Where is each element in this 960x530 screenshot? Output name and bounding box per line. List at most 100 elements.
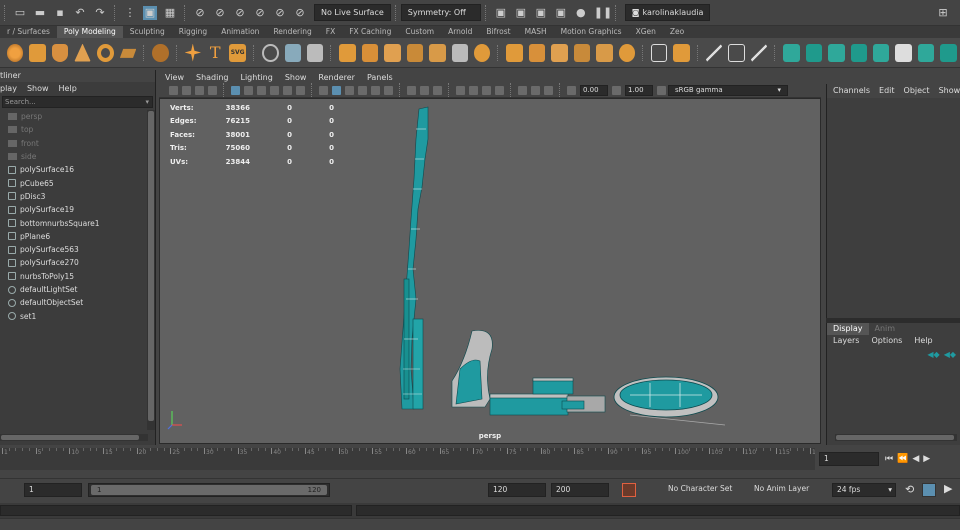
channel-box-menu-channels[interactable]: Channels <box>833 84 870 98</box>
pause-icon[interactable]: ❚❚ <box>594 6 612 20</box>
current-frame-field[interactable]: 1 <box>819 452 879 466</box>
safe-action-icon[interactable] <box>296 86 305 95</box>
resolution-gate-icon[interactable] <box>257 86 266 95</box>
viewport-persp[interactable]: Verts: 38366 0 0 Edges: 76215 0 0 Faces: 38001 0 0 T… <box>159 98 821 444</box>
viewport-menu-show[interactable]: Show <box>285 71 307 84</box>
anim-layer-dropdown[interactable]: No Anim Layer <box>750 483 828 497</box>
snap-point-icon[interactable]: ⊘ <box>233 6 247 20</box>
texture-placement-icon[interactable] <box>544 86 553 95</box>
wireframe-icon[interactable] <box>319 86 328 95</box>
select-object-icon[interactable]: ▣ <box>143 5 157 20</box>
exposure-field[interactable]: 0.00 <box>580 85 608 96</box>
undo-icon[interactable]: ↶ <box>73 6 87 20</box>
outliner-item[interactable]: defaultLightSet <box>0 283 155 296</box>
viewport-menu-renderer[interactable]: Renderer <box>318 71 355 84</box>
bookmarks-icon[interactable] <box>195 86 204 95</box>
poly-cylinder-icon[interactable] <box>51 43 69 62</box>
smooth-shade-icon[interactable] <box>332 86 341 95</box>
chevron-down-icon[interactable]: ▾ <box>145 97 149 107</box>
poly-torus-icon[interactable] <box>96 43 114 62</box>
range-slider-thumb[interactable]: 1 120 <box>91 485 327 495</box>
fps-dropdown[interactable]: 24 fps ▾ <box>832 483 896 497</box>
outliner-item[interactable]: polySurface16 <box>0 163 155 176</box>
unfold-icon[interactable] <box>895 43 912 62</box>
symmetry-dropdown[interactable]: Symmetry: Off <box>400 4 481 21</box>
playback-end-field[interactable]: 200 <box>551 483 609 497</box>
shelf-tab-fx[interactable]: FX <box>319 26 342 38</box>
outliner-item[interactable]: side <box>0 150 155 163</box>
layer-menu-options[interactable]: Options <box>871 335 902 347</box>
backface-culling-icon[interactable] <box>433 86 442 95</box>
outliner-item[interactable]: polySurface270 <box>0 256 155 269</box>
shelf-tab-zeo[interactable]: Zeo <box>663 26 691 38</box>
layer-tab-anim[interactable]: Anim <box>869 323 902 335</box>
end-time-field[interactable]: 120 <box>488 483 546 497</box>
layer-tab-display[interactable]: Display <box>827 323 869 335</box>
camera-select-icon[interactable] <box>169 86 178 95</box>
workspace-icon[interactable]: ⊞ <box>936 6 950 20</box>
shadows-icon[interactable] <box>384 86 393 95</box>
snap-view-icon[interactable]: ⊘ <box>253 6 267 20</box>
shelf-tab-bifrost[interactable]: Bifrost <box>479 26 517 38</box>
render-settings-icon[interactable]: ▣ <box>554 6 568 20</box>
ipr-render-icon[interactable]: ▣ <box>534 6 548 20</box>
outliner-item[interactable]: polySurface19 <box>0 203 155 216</box>
bevel-icon[interactable] <box>307 43 324 62</box>
poly-cube-icon[interactable] <box>29 43 46 62</box>
shelf-tab-poly-modeling[interactable]: Poly Modeling <box>56 26 123 38</box>
multi-cut-icon[interactable] <box>406 43 424 62</box>
go-to-start-icon[interactable]: ⏮ <box>885 454 893 464</box>
step-back-key-icon[interactable]: ⏪ <box>897 454 908 464</box>
viewport-menu-view[interactable]: View <box>165 71 184 84</box>
insert-loop-icon[interactable] <box>673 43 690 62</box>
merge-icon[interactable] <box>429 43 446 62</box>
gamma-field[interactable]: 1.00 <box>625 85 653 96</box>
multisample-icon[interactable] <box>482 86 491 95</box>
outliner-hscrollbar[interactable] <box>0 434 148 441</box>
outliner-menu-show[interactable]: Show <box>27 84 49 93</box>
outliner-item[interactable]: defaultObjectSet <box>0 296 155 309</box>
boolean-icon[interactable] <box>506 43 523 62</box>
combine-icon[interactable] <box>261 43 279 62</box>
quadrangulate-icon[interactable] <box>573 43 591 62</box>
reduce-icon[interactable] <box>528 43 546 62</box>
shelf-tab-motion-graphics[interactable]: Motion Graphics <box>554 26 629 38</box>
select-hierarchy-icon[interactable]: ⋮ <box>123 6 137 20</box>
scroll-thumb[interactable] <box>148 111 154 421</box>
planar-map-icon[interactable] <box>805 43 823 62</box>
new-layer-selected-icon[interactable]: ◀◆ <box>944 350 956 359</box>
color-space-dropdown[interactable]: sRGB gamma ▾ <box>668 85 788 96</box>
poly-cone-icon[interactable] <box>74 43 91 62</box>
spherical-map-icon[interactable] <box>850 43 867 62</box>
auto-key-icon[interactable] <box>622 483 636 497</box>
layout-uv-icon[interactable] <box>917 43 935 62</box>
shelf-tab-custom[interactable]: Custom <box>398 26 441 38</box>
shelf-tab-xgen[interactable]: XGen <box>629 26 663 38</box>
text-tool-icon[interactable]: T <box>207 43 223 62</box>
viewport-menu-panels[interactable]: Panels <box>367 71 393 84</box>
outliner-item[interactable]: top <box>0 123 155 136</box>
default-material-icon[interactable] <box>345 86 354 95</box>
hypershade-icon[interactable]: ● <box>574 6 588 20</box>
motion-blur-icon[interactable] <box>469 86 478 95</box>
new-layer-icon[interactable]: ◀◆ <box>927 350 939 359</box>
shelf-tab-r-surfaces[interactable]: r / Surfaces <box>0 26 57 38</box>
delete-edge-icon[interactable] <box>650 43 668 62</box>
extrude-icon[interactable] <box>361 43 379 62</box>
hscroll-thumb[interactable] <box>1 435 139 440</box>
snap-surface-icon[interactable]: ⊘ <box>273 6 287 20</box>
outliner-item[interactable]: pDisc3 <box>0 190 155 203</box>
super-shape-icon[interactable] <box>184 43 202 62</box>
outliner-item[interactable]: set1 <box>0 309 155 322</box>
hud-icon[interactable] <box>531 86 540 95</box>
auto-map-icon[interactable] <box>872 43 890 62</box>
slide-edge-icon[interactable] <box>728 43 745 62</box>
viewport-menu-lighting[interactable]: Lighting <box>240 71 272 84</box>
svg-tool-icon[interactable]: SVG <box>229 43 246 62</box>
grid-icon[interactable] <box>231 86 240 95</box>
redo-icon[interactable]: ↷ <box>93 6 107 20</box>
shelf-tab-rendering[interactable]: Rendering <box>266 26 318 38</box>
user-account-dropdown[interactable]: ◙ karolinaklaudia <box>624 4 711 21</box>
layer-menu-layers[interactable]: Layers <box>833 335 859 347</box>
shelf-tab-mash[interactable]: MASH <box>518 26 554 38</box>
